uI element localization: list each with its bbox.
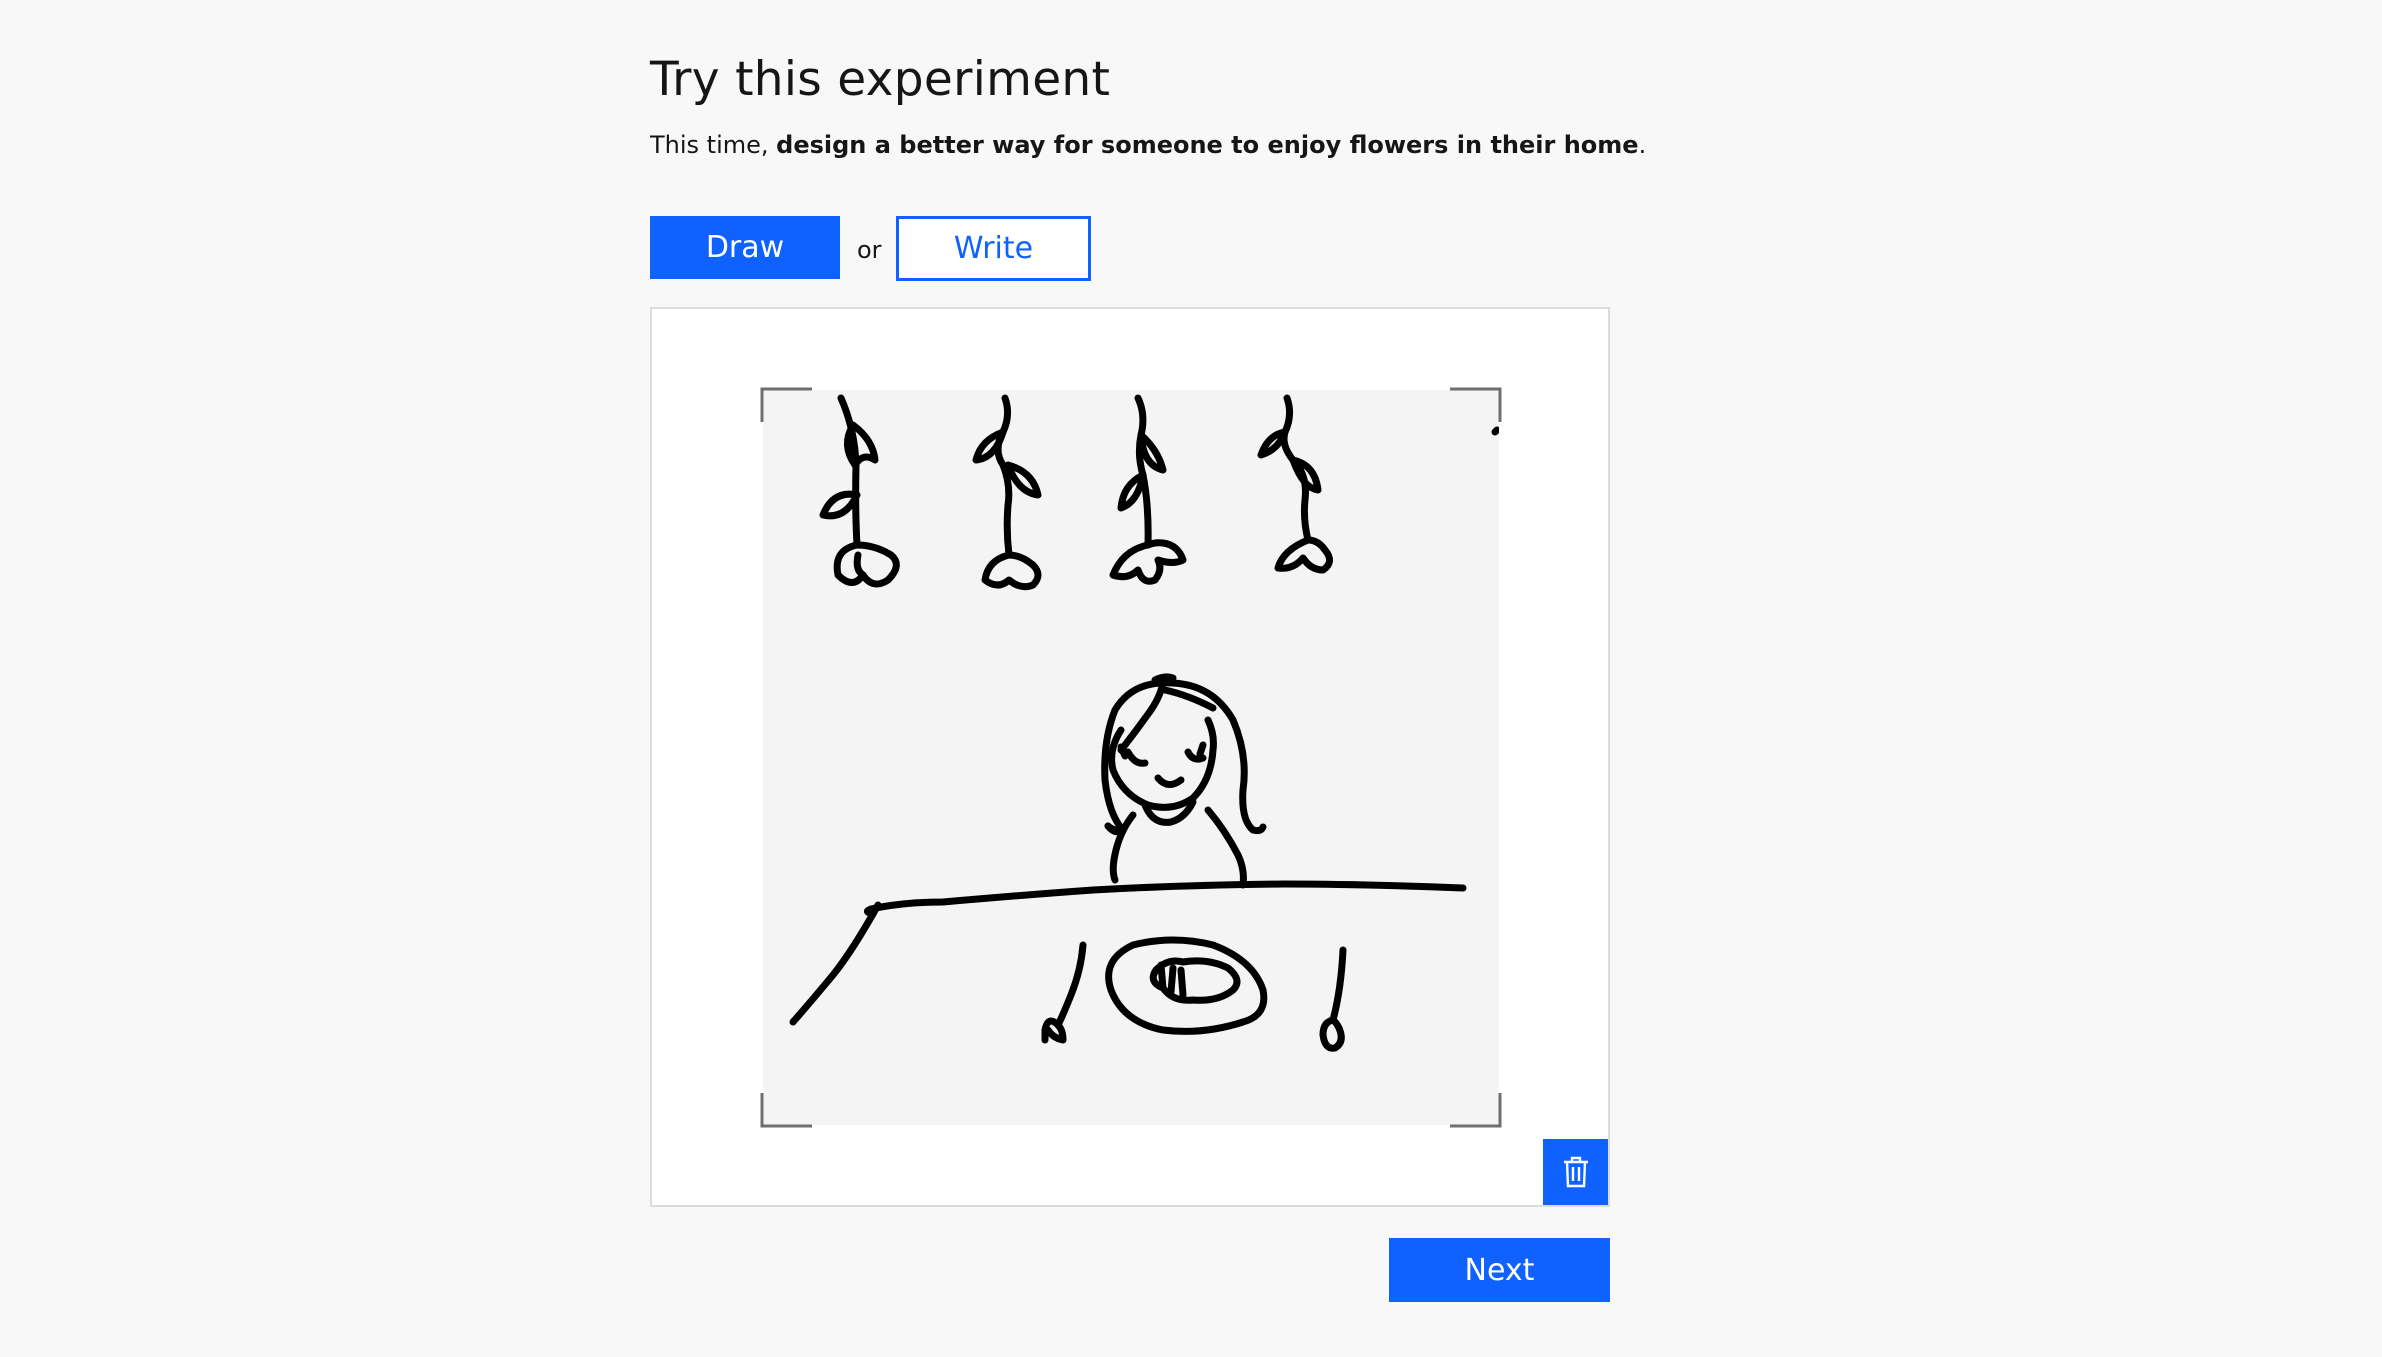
hanging-flower [1257,394,1333,574]
plate [1105,936,1268,1035]
hanging-flower [972,394,1042,591]
drawing-canvas[interactable] [763,390,1499,1125]
hanging-flower [1109,394,1187,585]
or-label: or [857,236,882,264]
trash-icon [1563,1156,1588,1188]
instruction-text: This time, design a better way for someo… [650,131,1646,159]
fork [1041,941,1087,1044]
table [789,880,1467,1026]
experiment-page: Try this experiment This time, design a … [0,0,2382,1357]
instruction-suffix: . [1638,131,1647,159]
instruction-prefix: This time, [650,131,777,159]
delete-drawing-button[interactable] [1543,1139,1608,1205]
instruction-emphasis: design a better way for someone to enjoy… [776,131,1639,159]
girl-figure [1101,673,1267,889]
draw-button[interactable]: Draw [650,216,840,279]
spoon [1319,946,1347,1052]
sketch-drawing [789,394,1499,1052]
write-button[interactable]: Write [896,216,1091,281]
hanging-flower [819,394,900,588]
next-button[interactable]: Next [1389,1238,1610,1302]
page-title: Try this experiment [650,52,1111,107]
